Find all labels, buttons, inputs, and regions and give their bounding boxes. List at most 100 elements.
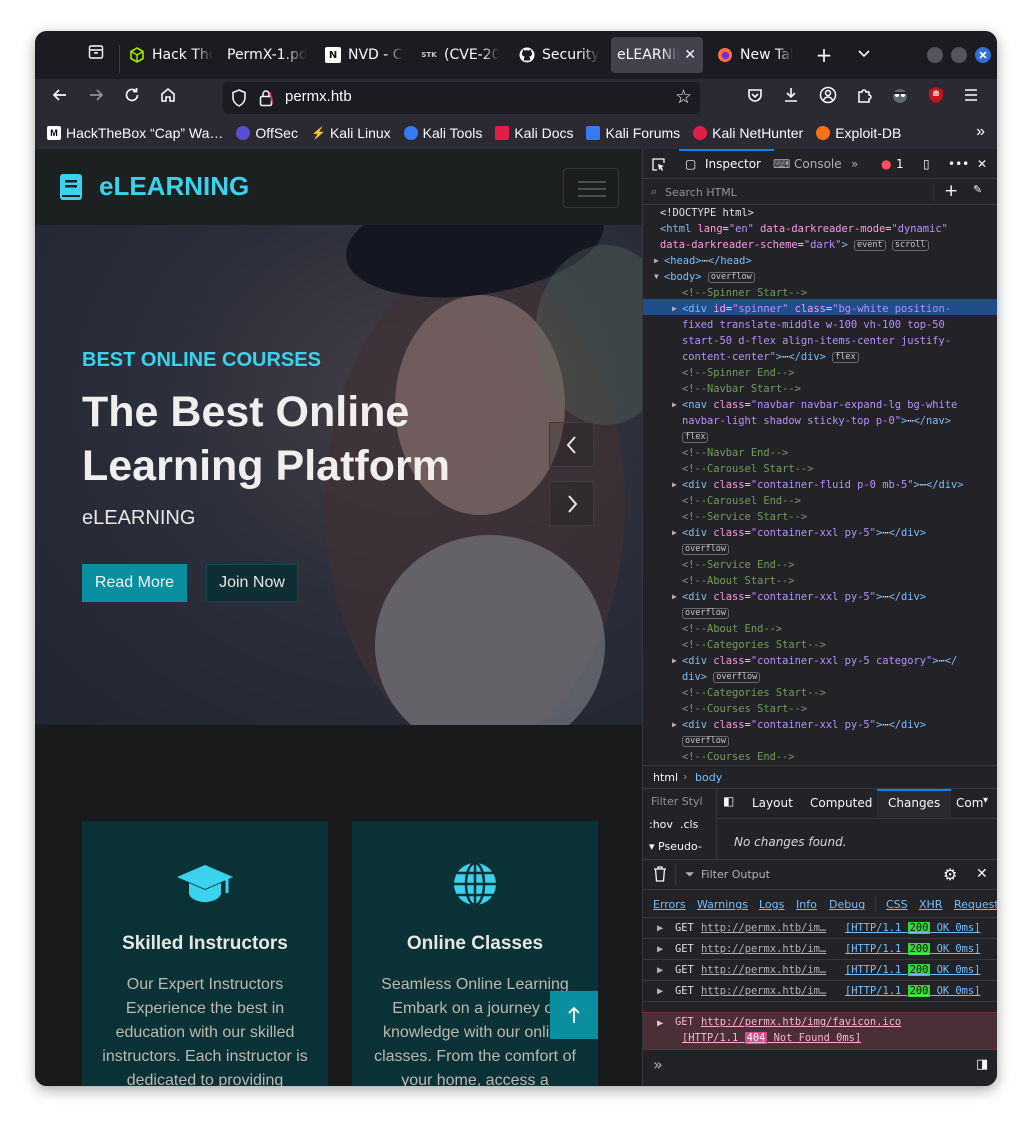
console-icon[interactable]: ⌨ bbox=[773, 157, 790, 171]
markup-line[interactable]: div> overflow bbox=[682, 669, 761, 685]
pseudo-elements-toggle[interactable]: ▾ Pseudo- bbox=[649, 840, 702, 853]
cls-toggle[interactable]: .cls bbox=[680, 818, 698, 831]
request-url[interactable]: http://permx.htb/im… bbox=[701, 943, 835, 955]
console-request-row[interactable]: ▶ GET http://permx.htb/im… [HTTP/1.1 200… bbox=[643, 918, 997, 939]
downloads-icon[interactable] bbox=[779, 86, 803, 110]
expand-triangle-icon[interactable]: ▶ bbox=[657, 985, 663, 997]
back-arrow-icon[interactable] bbox=[48, 86, 72, 110]
bookmark-6[interactable]: Kali NetHunter bbox=[693, 125, 803, 141]
expand-triangle-icon[interactable]: ▶ bbox=[672, 717, 677, 733]
reload-icon[interactable] bbox=[120, 86, 144, 110]
filter-info[interactable]: Info bbox=[796, 898, 817, 911]
request-status[interactable]: [HTTP/1.1 200 OK 0ms] bbox=[845, 985, 980, 997]
markup-line[interactable]: ▶ <div class="container-xxl py-5 category… bbox=[672, 653, 957, 669]
markup-badge[interactable]: overflow bbox=[682, 544, 729, 555]
more-bookmarks-chevron-icon[interactable]: » bbox=[976, 123, 985, 141]
carousel-prev-chevron-icon[interactable] bbox=[549, 422, 594, 467]
expand-triangle-icon[interactable]: ▶ bbox=[657, 1017, 663, 1029]
markup-line[interactable]: start-50 d-flex align-items-center justi… bbox=[682, 333, 951, 349]
markup-line[interactable]: <!--Service End--> bbox=[682, 557, 795, 573]
tab-layout[interactable]: Layout bbox=[752, 796, 793, 810]
console-request-row[interactable]: ▶ GET http://permx.htb/im… [HTTP/1.1 200… bbox=[643, 981, 997, 1002]
markup-line[interactable]: overflow bbox=[682, 733, 729, 749]
bookmark-4[interactable]: Kali Docs bbox=[495, 125, 573, 141]
error-count-icon[interactable]: ● bbox=[881, 157, 891, 171]
back-to-top-arrow-icon[interactable] bbox=[550, 991, 598, 1039]
new-tab-icon[interactable]: + bbox=[810, 43, 838, 67]
close-split-console-icon[interactable]: ✕ bbox=[976, 866, 988, 882]
markup-line[interactable]: ▶ <div class="container-xxl py-5">⋯</div> bbox=[672, 525, 926, 541]
markup-line[interactable]: ▶ <div class="container-xxl py-5">⋯</div> bbox=[672, 589, 926, 605]
markup-line[interactable]: <!--Navbar Start--> bbox=[682, 381, 801, 397]
markup-badge[interactable]: scroll bbox=[891, 240, 929, 251]
markup-line[interactable]: navbar-light shadow sticky-top p-0">⋯</n… bbox=[682, 413, 951, 429]
filter-styles-input[interactable]: Filter Styl bbox=[651, 795, 703, 808]
markup-line[interactable]: <!--Spinner Start--> bbox=[682, 285, 807, 301]
minimize-button[interactable] bbox=[927, 47, 943, 63]
markup-line[interactable]: <!--Categories Start--> bbox=[682, 637, 826, 653]
filter-logs[interactable]: Logs bbox=[759, 898, 784, 911]
hov-toggle[interactable]: :hov bbox=[649, 818, 673, 831]
forward-arrow-icon[interactable] bbox=[84, 86, 108, 110]
tab-4[interactable]: Security bbox=[513, 37, 605, 73]
console-request-row[interactable]: ▶ GET http://permx.htb/im… [HTTP/1.1 200… bbox=[643, 939, 997, 960]
filter-output-input[interactable]: Filter Output bbox=[701, 868, 770, 881]
tab-3[interactable]: STK (CVE-20 bbox=[415, 37, 505, 73]
markup-badge[interactable]: flex bbox=[832, 352, 859, 363]
expand-triangle-icon[interactable]: ▶ bbox=[654, 253, 659, 269]
expand-triangle-icon[interactable]: ▶ bbox=[672, 397, 677, 413]
tab-1[interactable]: PermX-1.pd bbox=[221, 37, 313, 73]
request-url[interactable]: http://permx.htb/img/favicon.ico bbox=[701, 1016, 901, 1028]
extensions-puzzle-icon[interactable] bbox=[852, 86, 876, 110]
editor-mode-icon[interactable]: ◨ bbox=[976, 1057, 988, 1072]
collapse-triangle-icon[interactable]: ▼ bbox=[654, 269, 659, 285]
expand-triangle-icon[interactable]: ▶ bbox=[672, 477, 677, 493]
markup-badge[interactable]: overflow bbox=[707, 272, 755, 283]
request-url[interactable]: http://permx.htb/im… bbox=[701, 922, 835, 934]
markup-line[interactable]: ▶ <div class="container-xxl py-5">⋯</div> bbox=[672, 717, 926, 733]
markup-line[interactable]: ▼ <body> overflow bbox=[654, 269, 755, 285]
maximize-button[interactable] bbox=[951, 47, 967, 63]
tab-5-active[interactable]: eLEARNII ✕ bbox=[611, 37, 703, 73]
more-tools-chevron-icon[interactable]: » bbox=[851, 157, 858, 171]
filter-xhr[interactable]: XHR bbox=[919, 898, 942, 911]
navbar-toggler-button[interactable] bbox=[563, 168, 619, 208]
join-now-button[interactable]: Join Now bbox=[206, 564, 298, 602]
filter-errors[interactable]: Errors bbox=[653, 898, 686, 911]
sidebar-toggle-icon[interactable]: ◧ bbox=[723, 794, 734, 808]
markup-line[interactable]: <!--Courses Start--> bbox=[682, 701, 807, 717]
lock-icon[interactable] bbox=[259, 89, 273, 107]
url-text[interactable]: permx.htb bbox=[285, 88, 352, 105]
panel-chevron-icon[interactable]: ▾ bbox=[983, 795, 988, 806]
filter-requests[interactable]: Requests bbox=[954, 898, 997, 911]
read-more-button[interactable]: Read More bbox=[82, 564, 187, 602]
expand-triangle-icon[interactable]: ▶ bbox=[672, 653, 677, 669]
ublock-extension-icon[interactable] bbox=[924, 86, 948, 110]
expand-triangle-icon[interactable]: ▶ bbox=[657, 922, 663, 934]
markup-line[interactable]: <html lang="en" data-darkreader-mode="dy… bbox=[660, 221, 948, 237]
filter-debug[interactable]: Debug bbox=[829, 898, 865, 911]
markup-line[interactable]: ▶ <nav class="navbar navbar-expand-lg bg-… bbox=[672, 397, 957, 413]
filter-warnings[interactable]: Warnings bbox=[697, 898, 748, 911]
request-url[interactable]: http://permx.htb/im… bbox=[701, 985, 835, 997]
console-settings-gear-icon[interactable]: ⚙ bbox=[943, 865, 957, 884]
markup-badge[interactable]: overflow bbox=[682, 608, 729, 619]
home-icon[interactable] bbox=[156, 86, 180, 110]
markup-line[interactable]: <!--Courses End--> bbox=[682, 749, 795, 765]
markup-badge[interactable]: event bbox=[853, 240, 886, 251]
clear-console-trash-icon[interactable] bbox=[653, 866, 667, 885]
bookmark-star-icon[interactable]: ☆ bbox=[675, 86, 692, 108]
expand-triangle-icon[interactable]: ▶ bbox=[657, 964, 663, 976]
tab-computed[interactable]: Computed bbox=[810, 796, 872, 810]
request-url[interactable]: http://permx.htb/im… bbox=[701, 964, 835, 976]
markup-line[interactable]: <!--Carousel End--> bbox=[682, 493, 801, 509]
bookmark-2[interactable]: ⚡ Kali Linux bbox=[311, 125, 391, 141]
address-bar[interactable]: permx.htb ☆ bbox=[223, 82, 700, 114]
markup-line[interactable]: <!--Navbar End--> bbox=[682, 445, 788, 461]
tab-compatibility[interactable]: Com bbox=[956, 796, 983, 810]
filter-css[interactable]: CSS bbox=[886, 898, 908, 911]
close-tab-icon[interactable]: ✕ bbox=[684, 47, 696, 63]
eyedropper-icon[interactable]: ✎ bbox=[973, 183, 982, 196]
console-prompt[interactable]: » bbox=[653, 1055, 663, 1074]
tracking-protection-shield-icon[interactable] bbox=[231, 88, 247, 108]
